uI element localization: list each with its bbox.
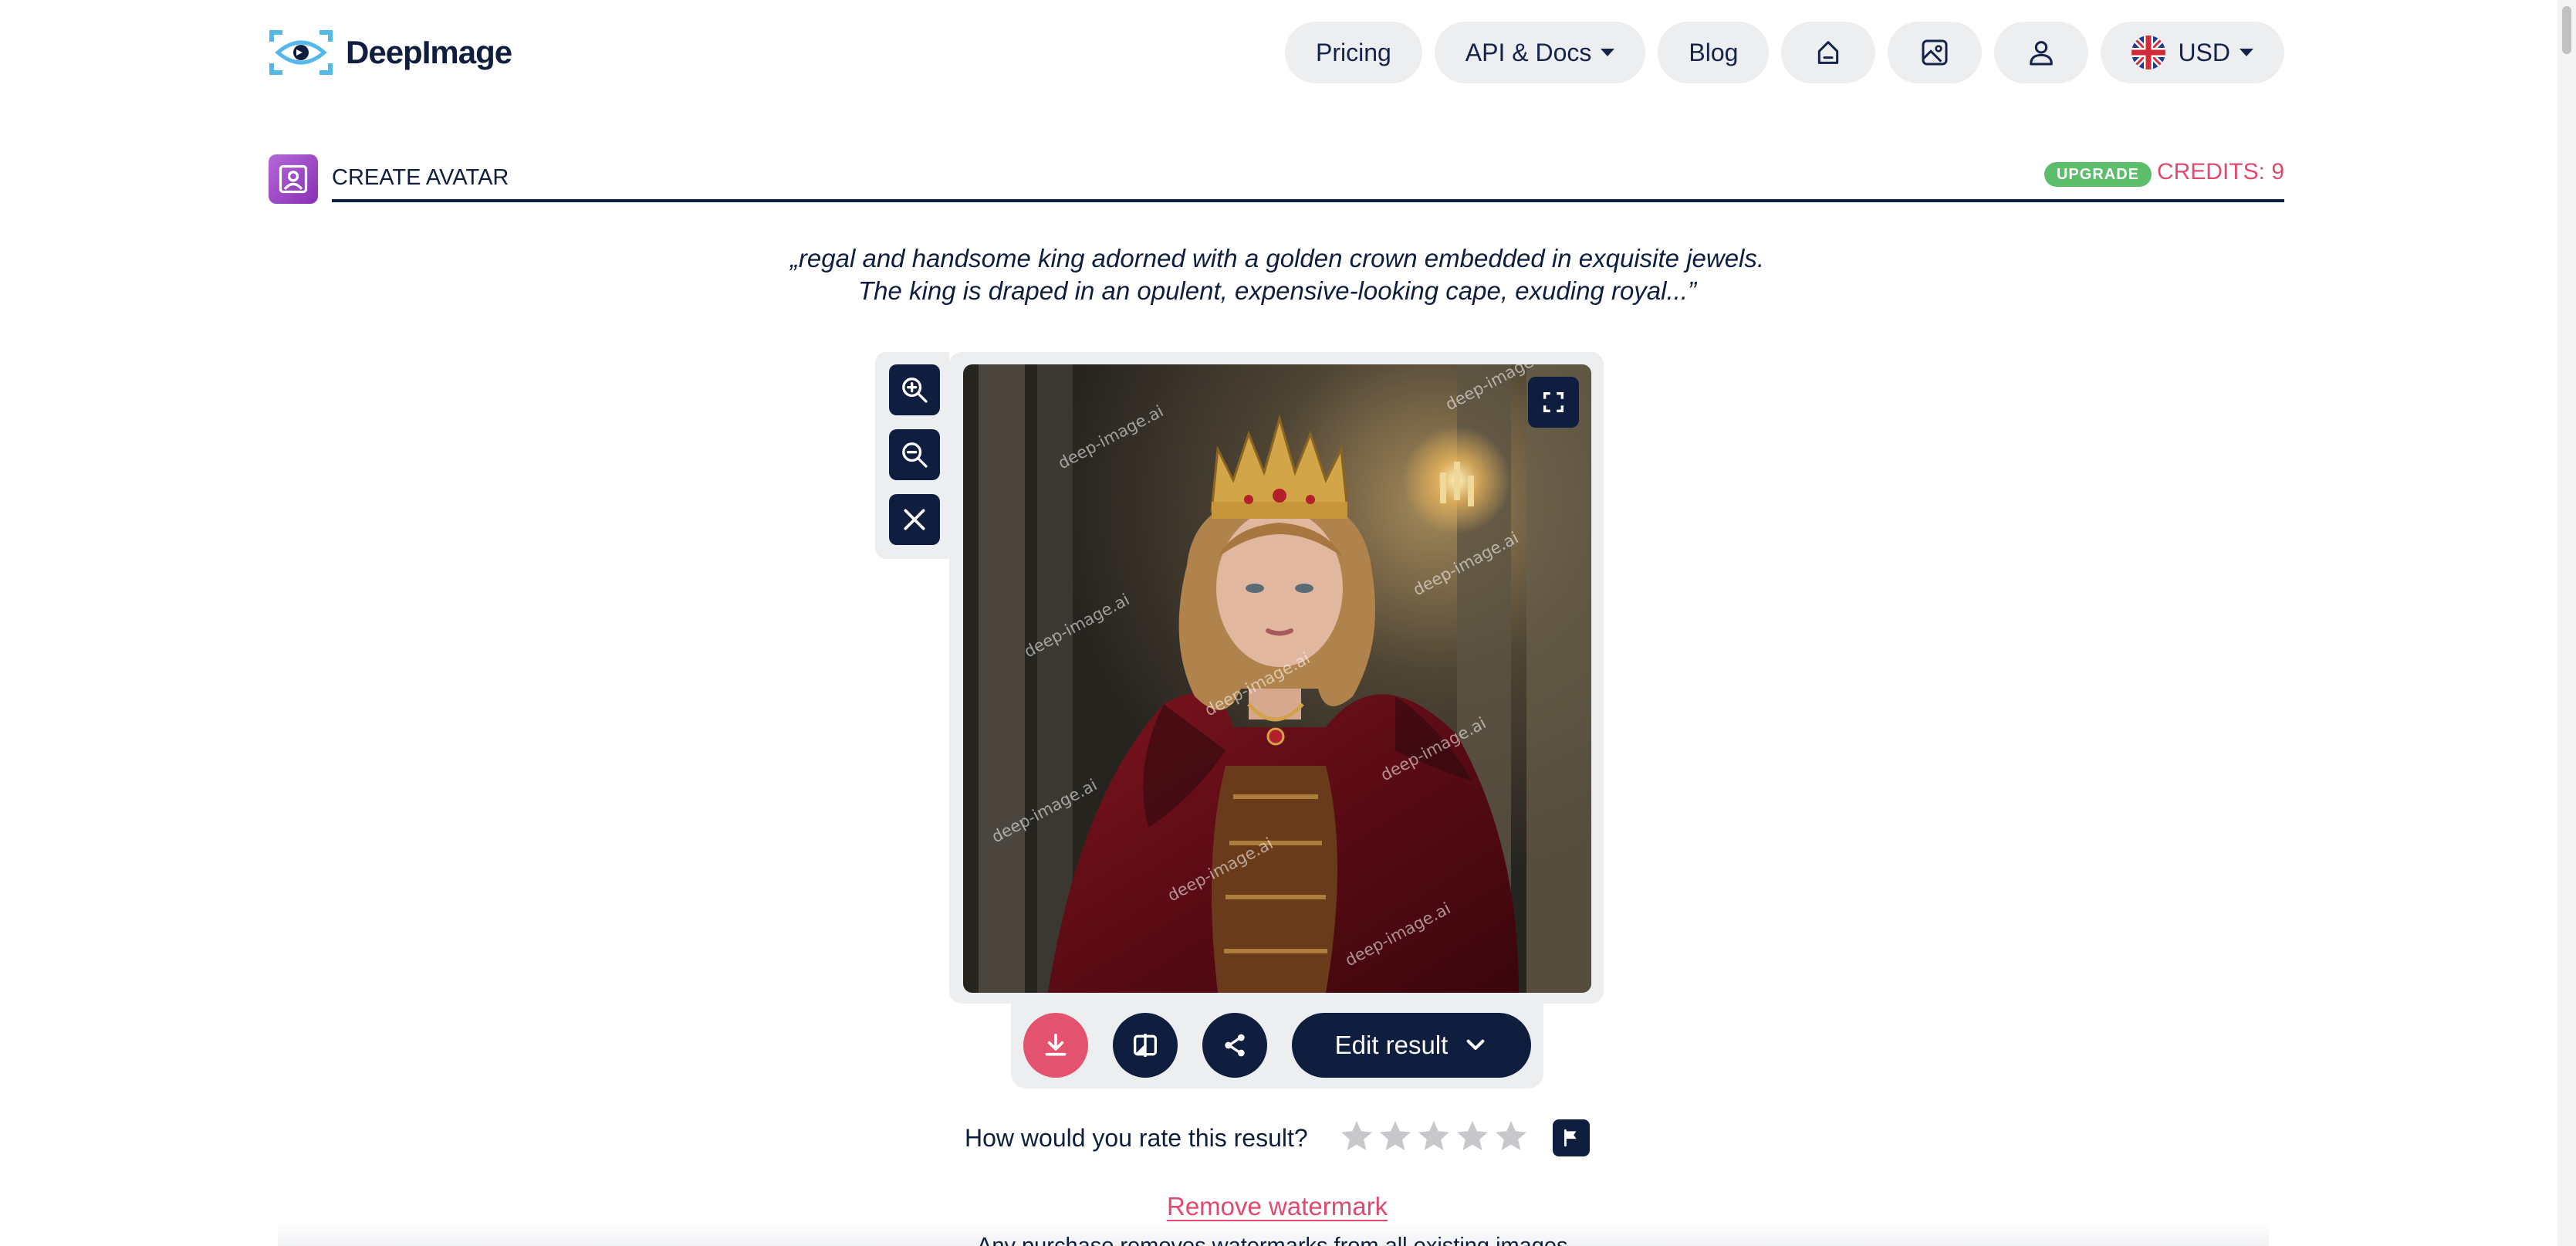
result-image-render: deep-image.ai deep-image.ai deep-image.a… (963, 364, 1591, 993)
scrollbar-thumb[interactable] (2562, 6, 2571, 54)
nav-account-button[interactable] (1994, 22, 2089, 83)
nav-home-button[interactable] (1781, 22, 1876, 83)
upgrade-badge[interactable]: UPGRADE (2044, 162, 2152, 187)
caret-down-icon (2240, 49, 2253, 56)
top-nav: Pricing API & Docs Blog USD (1284, 22, 2284, 83)
home-icon (1818, 41, 1839, 64)
star-icon (1457, 1121, 1488, 1150)
title-underline (332, 199, 2284, 202)
star-2[interactable] (1377, 1115, 1414, 1158)
rating-stars (1338, 1115, 1530, 1158)
star-icon (1341, 1121, 1372, 1150)
watermark-note: Any purchase removes watermarks from all… (977, 1234, 1568, 1246)
share-icon (1225, 1034, 1245, 1057)
flag-icon (1564, 1129, 1577, 1147)
rating-question: How would you rate this result? (965, 1124, 1308, 1152)
remove-watermark-link[interactable]: Remove watermark (1167, 1192, 1388, 1221)
download-icon (1045, 1033, 1067, 1056)
chevron-down-icon (1467, 1039, 1485, 1050)
star-icon (1418, 1121, 1449, 1150)
caret-down-icon (1601, 49, 1615, 56)
edit-result-label: Edit result (1334, 1031, 1449, 1059)
fullscreen-icon (1543, 391, 1564, 413)
page-scrollbar[interactable] (2557, 0, 2576, 1246)
nav-pricing[interactable]: Pricing (1284, 22, 1422, 83)
compare-icon (1134, 1034, 1157, 1057)
credits-counter[interactable]: CREDITS: 9 (2157, 159, 2284, 185)
nav-blog-label: Blog (1689, 38, 1739, 66)
logo-eye-icon (269, 30, 333, 75)
star-icon (1380, 1121, 1411, 1150)
page-title: CREATE AVATAR (332, 165, 509, 190)
compare-button[interactable] (1113, 1013, 1178, 1078)
currency-label: USD (2178, 38, 2230, 66)
edit-result-button[interactable]: Edit result (1292, 1013, 1531, 1078)
nav-pricing-label: Pricing (1315, 38, 1391, 66)
nav-gallery-button[interactable] (1888, 22, 1983, 83)
zoom-in-icon (902, 378, 928, 403)
prompt-text: „regal and handsome king adorned with a … (789, 244, 1765, 305)
nav-api-docs-label: API & Docs (1465, 38, 1592, 66)
section-header: CREATE AVATAR UPGRADE CREDITS: 9 (269, 153, 2284, 205)
star-5[interactable] (1493, 1115, 1530, 1158)
gallery-icon (1922, 39, 1948, 66)
logo[interactable]: DeepImage (269, 28, 512, 77)
uk-flag-icon (2131, 36, 2166, 69)
report-button[interactable] (1553, 1119, 1590, 1156)
star-4[interactable] (1454, 1115, 1491, 1158)
share-button[interactable] (1202, 1013, 1267, 1078)
download-button[interactable] (1023, 1013, 1088, 1078)
fullscreen-button[interactable] (1528, 377, 1579, 428)
zoom-out-icon (902, 442, 928, 468)
result-image[interactable]: deep-image.ai deep-image.ai deep-image.a… (963, 364, 1591, 993)
user-icon (2030, 41, 2054, 66)
star-1[interactable] (1338, 1115, 1375, 1158)
nav-blog[interactable]: Blog (1658, 22, 1770, 83)
star-3[interactable] (1415, 1115, 1452, 1158)
logo-text: DeepImage (346, 34, 512, 70)
zoom-in-button[interactable] (889, 364, 940, 415)
zoom-out-button[interactable] (889, 429, 940, 480)
currency-selector[interactable]: USD (2101, 22, 2284, 83)
viewer-toolbar (875, 352, 949, 559)
avatar-section-icon (269, 154, 318, 204)
nav-api-docs[interactable]: API & Docs (1434, 22, 1646, 83)
close-icon (904, 509, 925, 530)
star-icon (1496, 1121, 1526, 1150)
close-button[interactable] (889, 494, 940, 545)
